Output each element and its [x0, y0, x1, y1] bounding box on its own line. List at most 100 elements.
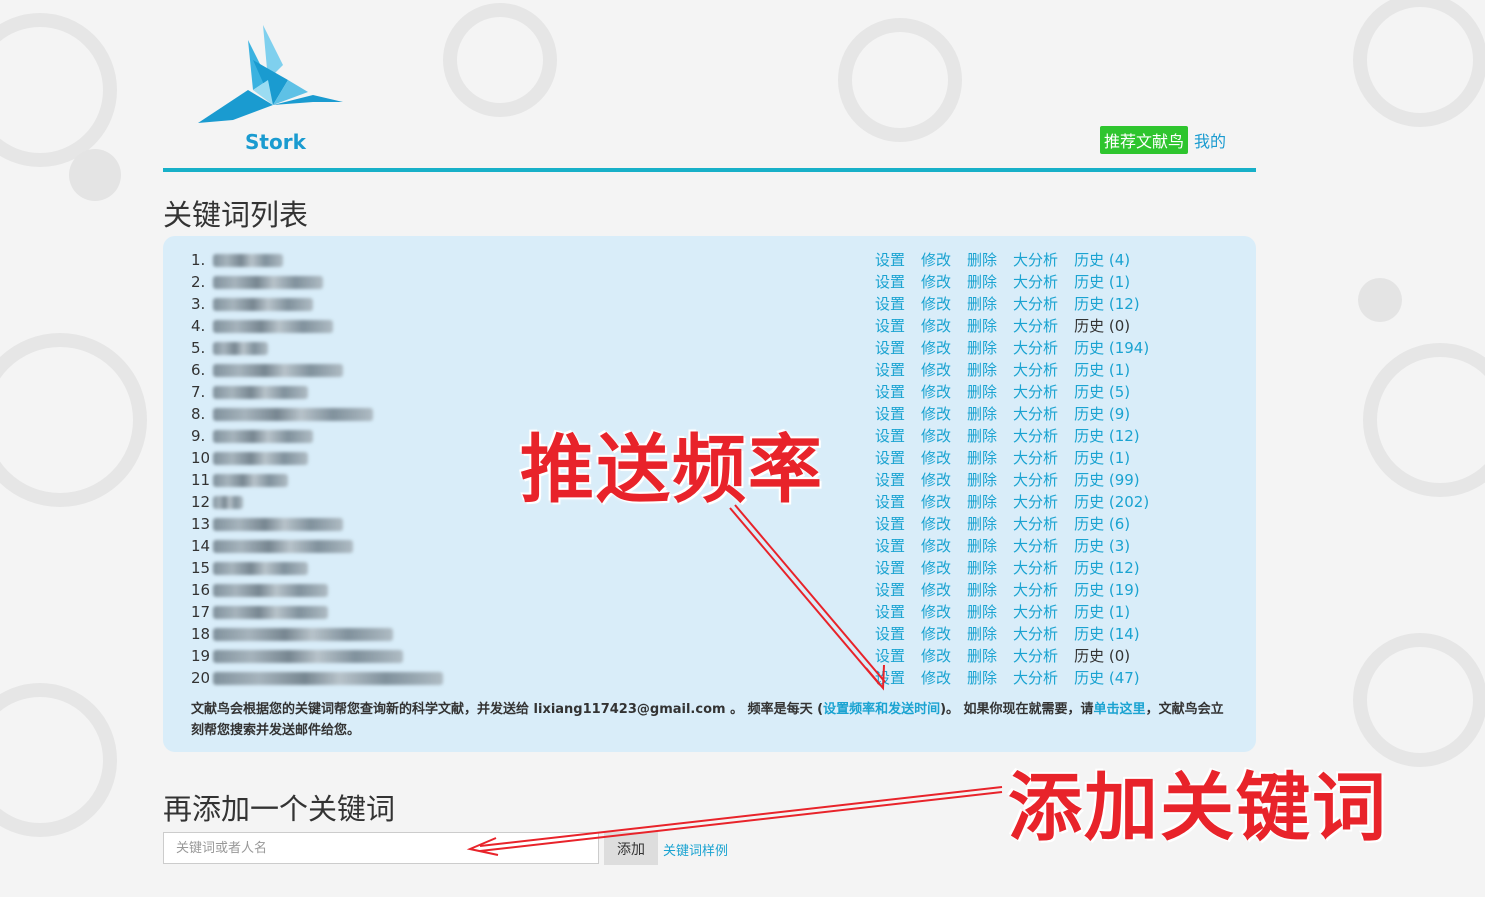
delete-link[interactable]: 删除: [967, 359, 997, 381]
delete-link[interactable]: 删除: [967, 535, 997, 557]
keyword-examples-link[interactable]: 关键词样例: [663, 840, 728, 859]
edit-link[interactable]: 修改: [921, 447, 951, 469]
delete-link[interactable]: 删除: [967, 469, 997, 491]
history-link[interactable]: 历史 (5): [1074, 381, 1130, 403]
delete-link[interactable]: 删除: [967, 491, 997, 513]
history-link[interactable]: 历史 (19): [1074, 579, 1140, 601]
my-link[interactable]: 我的: [1194, 128, 1226, 152]
edit-link[interactable]: 修改: [921, 425, 951, 447]
edit-link[interactable]: 修改: [921, 271, 951, 293]
history-link[interactable]: 历史 (1): [1074, 271, 1130, 293]
settings-link[interactable]: 设置: [875, 293, 905, 315]
analysis-link[interactable]: 大分析: [1013, 271, 1058, 293]
settings-link[interactable]: 设置: [875, 579, 905, 601]
settings-link[interactable]: 设置: [875, 645, 905, 667]
history-link[interactable]: 历史 (4): [1074, 249, 1130, 271]
delete-link[interactable]: 删除: [967, 667, 997, 689]
analysis-link[interactable]: 大分析: [1013, 293, 1058, 315]
edit-link[interactable]: 修改: [921, 645, 951, 667]
analysis-link[interactable]: 大分析: [1013, 315, 1058, 337]
edit-link[interactable]: 修改: [921, 667, 951, 689]
analysis-link[interactable]: 大分析: [1013, 645, 1058, 667]
history-link[interactable]: 历史 (14): [1074, 623, 1140, 645]
history-link[interactable]: 历史 (1): [1074, 601, 1130, 623]
delete-link[interactable]: 删除: [967, 271, 997, 293]
settings-link[interactable]: 设置: [875, 557, 905, 579]
delete-link[interactable]: 删除: [967, 315, 997, 337]
delete-link[interactable]: 删除: [967, 425, 997, 447]
delete-link[interactable]: 删除: [967, 623, 997, 645]
delete-link[interactable]: 删除: [967, 645, 997, 667]
delete-link[interactable]: 删除: [967, 601, 997, 623]
history-link[interactable]: 历史 (12): [1074, 293, 1140, 315]
analysis-link[interactable]: 大分析: [1013, 381, 1058, 403]
edit-link[interactable]: 修改: [921, 623, 951, 645]
delete-link[interactable]: 删除: [967, 447, 997, 469]
analysis-link[interactable]: 大分析: [1013, 513, 1058, 535]
click-here-link[interactable]: 单击这里: [1094, 702, 1146, 717]
analysis-link[interactable]: 大分析: [1013, 579, 1058, 601]
edit-link[interactable]: 修改: [921, 601, 951, 623]
history-link[interactable]: 历史 (47): [1074, 667, 1140, 689]
settings-link[interactable]: 设置: [875, 403, 905, 425]
settings-link[interactable]: 设置: [875, 469, 905, 491]
history-link[interactable]: 历史 (99): [1074, 469, 1140, 491]
edit-link[interactable]: 修改: [921, 491, 951, 513]
analysis-link[interactable]: 大分析: [1013, 667, 1058, 689]
history-link[interactable]: 历史 (9): [1074, 403, 1130, 425]
analysis-link[interactable]: 大分析: [1013, 557, 1058, 579]
analysis-link[interactable]: 大分析: [1013, 403, 1058, 425]
settings-link[interactable]: 设置: [875, 513, 905, 535]
history-link[interactable]: 历史 (12): [1074, 557, 1140, 579]
delete-link[interactable]: 删除: [967, 579, 997, 601]
settings-link[interactable]: 设置: [875, 425, 905, 447]
analysis-link[interactable]: 大分析: [1013, 491, 1058, 513]
delete-link[interactable]: 删除: [967, 403, 997, 425]
delete-link[interactable]: 删除: [967, 249, 997, 271]
edit-link[interactable]: 修改: [921, 337, 951, 359]
history-link[interactable]: 历史 (6): [1074, 513, 1130, 535]
settings-link[interactable]: 设置: [875, 447, 905, 469]
settings-link[interactable]: 设置: [875, 315, 905, 337]
analysis-link[interactable]: 大分析: [1013, 601, 1058, 623]
history-link[interactable]: 历史 (194): [1074, 337, 1149, 359]
settings-link[interactable]: 设置: [875, 381, 905, 403]
delete-link[interactable]: 删除: [967, 513, 997, 535]
history-link[interactable]: 历史 (3): [1074, 535, 1130, 557]
settings-link[interactable]: 设置: [875, 623, 905, 645]
history-link[interactable]: 历史 (1): [1074, 447, 1130, 469]
edit-link[interactable]: 修改: [921, 359, 951, 381]
edit-link[interactable]: 修改: [921, 579, 951, 601]
settings-link[interactable]: 设置: [875, 491, 905, 513]
analysis-link[interactable]: 大分析: [1013, 249, 1058, 271]
analysis-link[interactable]: 大分析: [1013, 447, 1058, 469]
edit-link[interactable]: 修改: [921, 557, 951, 579]
history-link[interactable]: 历史 (1): [1074, 359, 1130, 381]
delete-link[interactable]: 删除: [967, 381, 997, 403]
keyword-input[interactable]: [163, 832, 599, 864]
delete-link[interactable]: 删除: [967, 293, 997, 315]
edit-link[interactable]: 修改: [921, 249, 951, 271]
analysis-link[interactable]: 大分析: [1013, 535, 1058, 557]
analysis-link[interactable]: 大分析: [1013, 337, 1058, 359]
delete-link[interactable]: 删除: [967, 557, 997, 579]
analysis-link[interactable]: 大分析: [1013, 359, 1058, 381]
edit-link[interactable]: 修改: [921, 315, 951, 337]
settings-link[interactable]: 设置: [875, 601, 905, 623]
edit-link[interactable]: 修改: [921, 535, 951, 557]
set-frequency-link[interactable]: 设置频率和发送时间: [823, 702, 940, 717]
recommend-button[interactable]: 推荐文献鸟: [1099, 126, 1188, 154]
settings-link[interactable]: 设置: [875, 535, 905, 557]
settings-link[interactable]: 设置: [875, 337, 905, 359]
settings-link[interactable]: 设置: [875, 667, 905, 689]
analysis-link[interactable]: 大分析: [1013, 469, 1058, 491]
settings-link[interactable]: 设置: [875, 271, 905, 293]
history-link[interactable]: 历史 (12): [1074, 425, 1140, 447]
edit-link[interactable]: 修改: [921, 513, 951, 535]
settings-link[interactable]: 设置: [875, 359, 905, 381]
edit-link[interactable]: 修改: [921, 381, 951, 403]
add-button[interactable]: 添加: [604, 832, 658, 865]
analysis-link[interactable]: 大分析: [1013, 425, 1058, 447]
delete-link[interactable]: 删除: [967, 337, 997, 359]
edit-link[interactable]: 修改: [921, 469, 951, 491]
